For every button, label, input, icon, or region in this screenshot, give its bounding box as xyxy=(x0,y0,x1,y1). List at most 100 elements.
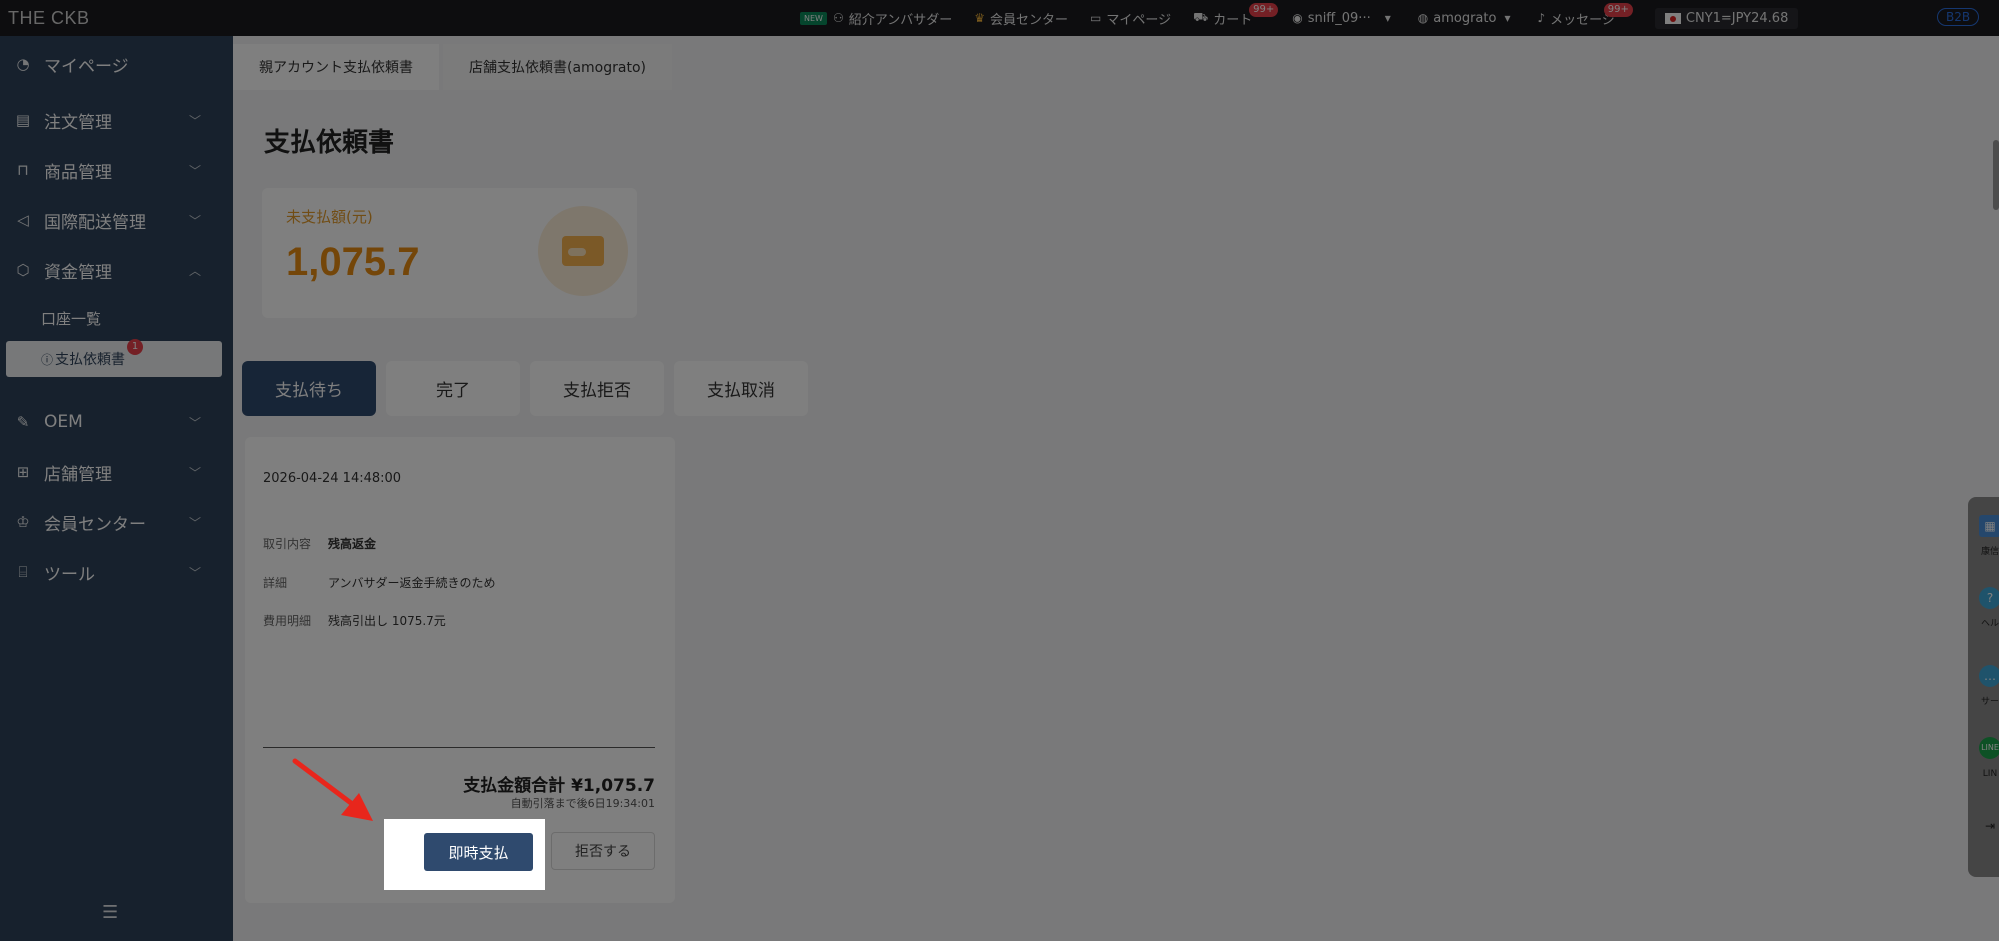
tab-pending[interactable]: 支払待ち xyxy=(242,361,376,416)
member-center-link[interactable]: ♛ 会員センター xyxy=(974,9,1068,28)
help-icon: ? xyxy=(1979,587,1999,609)
sidebar-item-orders[interactable]: ▤ 注文管理 ﹀ xyxy=(14,105,219,135)
caret-down-icon: ▾ xyxy=(1504,11,1511,25)
bell-icon: ♪ xyxy=(1537,11,1546,25)
order-icon: ▤ xyxy=(15,111,31,129)
sidebar-item-label: 注文管理 xyxy=(44,112,112,133)
tab-parent-account[interactable]: 親アカウント支払依頼書 xyxy=(233,44,439,90)
detail-row: 詳細 アンバサダー返金手続きのため xyxy=(263,574,496,591)
detail-key: 取引内容 xyxy=(263,537,312,551)
chevron-down-icon: ﹀ xyxy=(188,565,201,580)
divider xyxy=(263,747,655,748)
detail-value: アンバサダー返金手続きのため xyxy=(328,576,496,590)
member-center-label: 会員センター xyxy=(989,12,1068,28)
sidebar-item-label: 会員センター xyxy=(44,514,146,535)
pointer-arrow-icon xyxy=(292,758,373,821)
tool-label: 康信 xyxy=(1980,547,1999,557)
bag-icon: ⊓ xyxy=(17,161,29,179)
sidebar-item-shipping[interactable]: ◁ 国際配送管理 ﹀ xyxy=(14,205,219,235)
cart-icon: ⛟ xyxy=(1193,10,1209,24)
tool-label: LIN xyxy=(1982,769,1998,779)
top-nav: NEW ⚇ 紹介アンバサダー ♛ 会員センター ▭ マイページ ⛟ カート 99… xyxy=(800,0,1820,36)
sidebar-item-stores[interactable]: ⊞ 店舗管理 ﹀ xyxy=(14,457,219,487)
tool-service[interactable]: … サー xyxy=(1978,665,1999,708)
line-icon: LINE xyxy=(1979,737,1999,759)
sidebar-item-label: 店舗管理 xyxy=(44,464,112,485)
pay-now-button[interactable]: 即時支払 xyxy=(424,833,533,871)
tool-collapse[interactable]: ⇥ xyxy=(1978,815,1999,839)
rate-label: CNY1=JPY24.68 xyxy=(1685,10,1789,26)
sidebar-subitem-payment-requests[interactable]: ⓘ 支払依頼書 1 xyxy=(6,339,222,377)
avatar: ◉ xyxy=(1292,11,1303,25)
tool-label: ヘル xyxy=(1980,619,1999,629)
logo[interactable]: THE CKB xyxy=(8,8,90,29)
sidebar-item-funds[interactable]: ⬡ 資金管理 ︿ xyxy=(14,255,219,285)
scrollbar[interactable] xyxy=(1993,140,1999,210)
sidebar-item-products[interactable]: ⊓ 商品管理 ﹀ xyxy=(14,155,219,185)
sidebar-item-oem[interactable]: ✎ OEM ﹀ xyxy=(14,407,219,437)
sidebar-item-member-center[interactable]: ♔ 会員センター ﹀ xyxy=(14,507,219,537)
detail-key: 費用明細 xyxy=(263,614,312,628)
monitor-icon: ▭ xyxy=(1089,11,1102,25)
top-bar: THE CKB NEW ⚇ 紹介アンバサダー ♛ 会員センター ▭ マイページ … xyxy=(0,0,1999,36)
payment-total: 支払金額合計 ¥1,075.7 xyxy=(463,776,655,796)
ambassador-label: 紹介アンバサダー xyxy=(848,12,953,28)
tool-help[interactable]: ? ヘル xyxy=(1978,587,1999,630)
tool-line[interactable]: LINE LIN xyxy=(1978,737,1999,780)
detail-value: 残高返金 xyxy=(328,537,377,551)
currency-rate[interactable]: CNY1=JPY24.68 xyxy=(1654,7,1799,29)
mypage-link[interactable]: ▭ マイページ xyxy=(1090,9,1171,28)
sidebar-item-tools[interactable]: ⌸ ツール ﹀ xyxy=(14,557,219,587)
sidebar-item-label: 資金管理 xyxy=(44,262,112,283)
floating-toolbar: ▦ 康信 ? ヘル … サー LINE LIN ⇥ xyxy=(1968,497,1999,877)
wallet-icon xyxy=(538,206,628,296)
ambassador-link[interactable]: NEW ⚇ 紹介アンバサダー xyxy=(800,9,952,28)
store-menu[interactable]: ◍ amograto ▾ xyxy=(1418,11,1516,26)
sidebar-subitem-accounts[interactable]: 口座一覧 xyxy=(41,308,101,329)
tool-rate[interactable]: ▦ 康信 xyxy=(1978,515,1999,558)
b2b-toggle[interactable]: B2B xyxy=(1937,8,1980,26)
messages-badge: 99+ xyxy=(1603,2,1633,17)
sidebar-item-label: 支払依頼書 xyxy=(55,352,126,368)
tab-rejected[interactable]: 支払拒否 xyxy=(530,361,664,416)
crown-icon: ♔ xyxy=(16,513,30,531)
toolbox-icon: ⌸ xyxy=(18,563,28,581)
store-name: amograto xyxy=(1433,10,1497,26)
detail-row: 取引内容 残高返金 xyxy=(263,535,376,552)
sidebar-item-label: 国際配送管理 xyxy=(44,212,146,233)
cart-link[interactable]: ⛟ カート 99+ xyxy=(1193,2,1279,28)
chevron-down-icon: ﹀ xyxy=(188,213,201,228)
send-icon: ◁ xyxy=(17,211,29,229)
new-badge: NEW xyxy=(800,11,827,25)
sidebar-item-label: OEM xyxy=(44,412,83,432)
shield-icon: ⬡ xyxy=(16,261,30,279)
sidebar-item-label: マイページ xyxy=(44,56,129,77)
user-menu[interactable]: ◉ sniff_09··· ▾ xyxy=(1292,11,1396,26)
messages-link[interactable]: ♪ メッセージ 99+ xyxy=(1537,2,1633,28)
detail-row: 費用明細 残高引出し 1075.7元 xyxy=(263,612,446,629)
collapse-icon: ⇥ xyxy=(1984,819,1996,833)
chevron-down-icon: ﹀ xyxy=(188,465,201,480)
japan-flag-icon xyxy=(1664,12,1681,24)
help-icon: ⓘ xyxy=(41,352,54,367)
tab-cancelled[interactable]: 支払取消 xyxy=(674,361,808,416)
user-name: sniff_09··· xyxy=(1307,10,1371,26)
tab-completed[interactable]: 完了 xyxy=(386,361,520,416)
chevron-up-icon: ︿ xyxy=(188,263,201,278)
oem-icon: ✎ xyxy=(16,413,30,431)
reject-button[interactable]: 拒否する xyxy=(551,832,655,870)
chevron-down-icon: ﹀ xyxy=(188,415,201,430)
pie-icon: ◔ xyxy=(16,55,30,73)
request-date: 2026-04-24 14:48:00 xyxy=(263,471,402,486)
sidebar-item-label: ツール xyxy=(44,564,95,585)
collapse-menu-icon[interactable]: ☰ xyxy=(102,902,118,923)
unpaid-summary-card: 未支払額(元) 1,075.7 xyxy=(262,188,637,318)
detail-value: 残高引出し 1075.7元 xyxy=(328,614,446,628)
calculator-icon: ▦ xyxy=(1979,515,1999,537)
sidebar-item-mypage[interactable]: ◔ マイページ xyxy=(14,49,219,79)
cart-badge: 99+ xyxy=(1249,2,1279,17)
store-avatar: ◍ xyxy=(1417,11,1429,25)
payment-count-badge: 1 xyxy=(127,339,143,355)
sidebar-item-label: 商品管理 xyxy=(44,162,112,183)
tab-store[interactable]: 店舗支払依頼書(amograto) xyxy=(443,44,672,90)
